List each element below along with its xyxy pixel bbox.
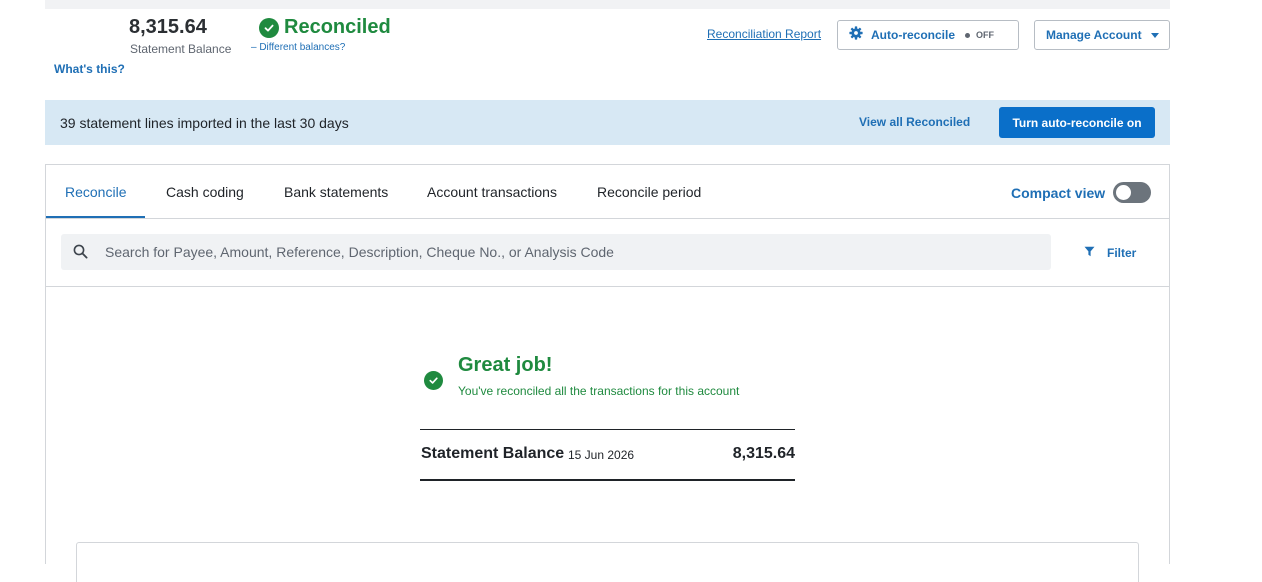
filter-label: Filter	[1107, 246, 1137, 260]
tab-bank-statements[interactable]: Bank statements	[284, 184, 388, 200]
gear-icon	[849, 25, 863, 45]
auto-reconcile-state-badge: OFF	[965, 30, 994, 40]
success-subtitle: You've reconciled all the transactions f…	[458, 384, 740, 398]
search-row: Filter	[46, 219, 1169, 287]
reconciliation-report-link[interactable]: Reconciliation Report	[707, 27, 821, 41]
statement-balance-summary: Statement Balance 15 Jun 2026 8,315.64	[420, 429, 795, 481]
toggle-knob	[1116, 185, 1131, 200]
summary-amount: 8,315.64	[732, 445, 795, 462]
manage-account-button[interactable]: Manage Account	[1034, 20, 1170, 50]
import-banner: 39 statement lines imported in the last …	[45, 100, 1170, 145]
filter-icon	[1084, 246, 1095, 260]
reconciled-status: Reconciled	[259, 16, 391, 39]
summary-date: 15 Jun 2026	[568, 448, 635, 462]
tab-reconcile[interactable]: Reconcile	[65, 184, 126, 200]
chevron-down-icon	[1150, 32, 1159, 38]
compact-view-label: Compact view	[1011, 185, 1106, 201]
auto-reconcile-label: Auto-reconcile	[871, 28, 956, 42]
check-circle-icon	[424, 371, 443, 390]
top-strip	[45, 0, 1170, 9]
tab-cash-coding[interactable]: Cash coding	[166, 184, 244, 200]
summary-label: Statement Balance	[421, 445, 565, 462]
statement-balance-amount: 8,315.64	[129, 16, 207, 38]
auto-reconcile-button[interactable]: Auto-reconcile OFF	[837, 20, 1019, 50]
compact-view-toggle[interactable]	[1113, 182, 1151, 203]
search-icon	[73, 244, 88, 264]
tab-reconcile-period[interactable]: Reconcile period	[597, 184, 701, 200]
state-dot-icon	[965, 32, 971, 38]
filter-button[interactable]: Filter	[1084, 246, 1136, 260]
search-input[interactable]	[105, 234, 1035, 270]
turn-auto-reconcile-on-button[interactable]: Turn auto-reconcile on	[999, 107, 1155, 138]
search-box	[61, 234, 1051, 270]
lower-card	[76, 542, 1139, 582]
different-balances-link[interactable]: – Different balances?	[251, 42, 345, 53]
view-all-reconciled-link[interactable]: View all Reconciled	[859, 115, 970, 129]
whats-this-link[interactable]: What's this?	[54, 62, 125, 76]
tab-account-transactions[interactable]: Account transactions	[427, 184, 557, 200]
tabs-bar: Reconcile Cash coding Bank statements Ac…	[46, 165, 1169, 219]
reconcile-panel: Reconcile Cash coding Bank statements Ac…	[45, 164, 1170, 582]
active-tab-indicator	[46, 216, 145, 218]
statement-balance-label: Statement Balance	[130, 42, 232, 56]
success-title: Great job!	[458, 354, 553, 376]
reconciled-label: Reconciled	[284, 16, 391, 38]
banner-message: 39 statement lines imported in the last …	[60, 115, 349, 131]
auto-reconcile-state: OFF	[976, 30, 995, 40]
check-circle-icon	[259, 17, 279, 38]
manage-account-label: Manage Account	[1046, 28, 1142, 42]
